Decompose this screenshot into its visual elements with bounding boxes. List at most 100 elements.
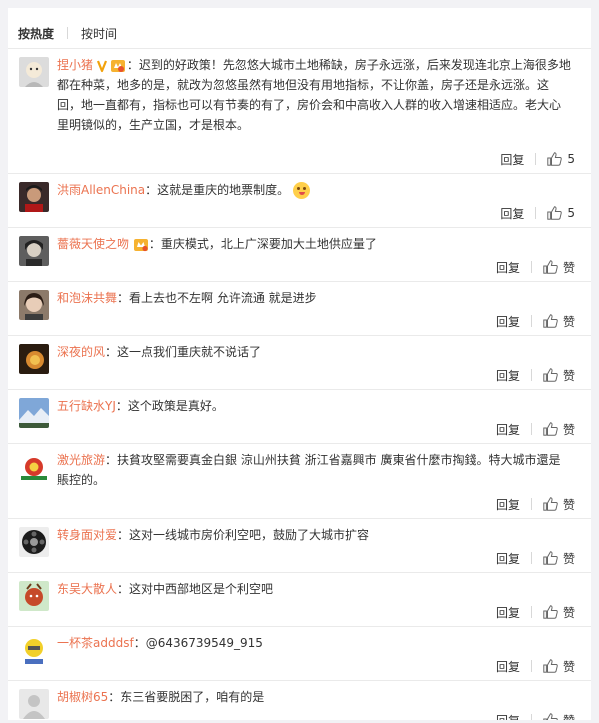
comment-text: ：看上去也不左啊 允许流通 就是进步: [117, 291, 317, 305]
like-button[interactable]: 赞: [543, 604, 575, 621]
comment-actions: 回复 5: [500, 151, 575, 167]
comment-username[interactable]: 东吴大散人: [57, 582, 117, 596]
avatar[interactable]: [19, 182, 49, 212]
like-button[interactable]: 5: [547, 206, 575, 220]
like-button[interactable]: 赞: [543, 313, 575, 330]
like-button[interactable]: 赞: [543, 496, 575, 513]
comment-username[interactable]: 转身面对爱: [57, 528, 117, 542]
reply-button[interactable]: 回复: [496, 712, 520, 721]
reply-button[interactable]: 回复: [496, 550, 520, 567]
like-button[interactable]: 赞: [543, 658, 575, 675]
like-count: 赞: [562, 659, 575, 674]
like-button[interactable]: 赞: [543, 550, 575, 567]
comment-actions: 回复 5: [500, 205, 575, 221]
comment-username[interactable]: 一杯茶adddsf: [57, 636, 134, 650]
comment-username[interactable]: 捏小猪: [57, 58, 93, 72]
like-count: 赞: [562, 260, 575, 275]
avatar[interactable]: [19, 57, 49, 87]
avatar[interactable]: [19, 635, 49, 665]
thumbs-up-icon: [543, 422, 558, 436]
avatar[interactable]: [19, 581, 49, 611]
reply-button[interactable]: 回复: [496, 604, 520, 621]
comment-body: 和泡沫共舞：看上去也不左啊 允许流通 就是进步: [57, 288, 572, 308]
comment-actions: 回复 赞: [496, 712, 575, 720]
like-count: 赞: [562, 497, 575, 512]
thumbs-up-icon: [543, 314, 558, 328]
like-count: 赞: [562, 314, 575, 329]
avatar[interactable]: [19, 689, 49, 719]
comment-text: ：这就是重庆的地票制度。: [145, 183, 290, 197]
sort-tabs: 按热度 按时间: [18, 24, 117, 42]
like-count: 赞: [563, 712, 575, 721]
like-count: 赞: [562, 605, 575, 620]
action-divider: [530, 315, 532, 327]
avatar[interactable]: [19, 452, 49, 482]
action-divider: [535, 207, 537, 219]
comment-actions: 回复 赞: [496, 658, 575, 674]
comment-username[interactable]: 深夜的风: [57, 345, 105, 359]
like-count: 赞: [562, 368, 575, 383]
comments-panel: 按热度 按时间 捏小猪 ：迟到的好政策！先忽悠大城市土地稀缺，房子永远涨，后来发…: [8, 8, 591, 720]
thumbs-up-icon: [547, 152, 563, 166]
comment-item: 洪雨AllenChina：这就是重庆的地票制度。 回复 5: [8, 173, 591, 227]
comment-body: 一杯茶adddsf：@6436739549_915: [57, 633, 572, 653]
avatar[interactable]: [19, 344, 49, 374]
like-button[interactable]: 赞: [543, 367, 575, 384]
reply-button[interactable]: 回复: [496, 658, 520, 675]
action-divider: [530, 369, 532, 381]
like-button[interactable]: 赞: [543, 712, 575, 721]
comment-body: 转身面对爱：这对一线城市房价利空吧，鼓励了大城市扩容: [57, 525, 572, 545]
action-divider: [530, 552, 532, 564]
thumbs-up-icon: [543, 497, 558, 511]
thumbs-up-icon: [543, 551, 558, 565]
comment-item: 胡椒树65：东三省要脱困了，咱有的是回复 赞: [8, 680, 591, 720]
avatar[interactable]: [19, 236, 49, 266]
comment-username[interactable]: 胡椒树65: [57, 690, 108, 704]
comment-username[interactable]: 激光旅游: [57, 453, 105, 467]
comment-text: ：东三省要脱困了，咱有的是: [108, 690, 265, 704]
comment-username[interactable]: 洪雨AllenChina: [57, 183, 145, 197]
comment-body: 洪雨AllenChina：这就是重庆的地票制度。: [57, 180, 572, 200]
like-button[interactable]: 赞: [543, 421, 575, 438]
comment-text: ：这对中西部地区是个利空吧: [117, 582, 274, 596]
comment-list: 捏小猪 ：迟到的好政策！先忽悠大城市土地稀缺，房子永远涨，后来发现连北京上海很多…: [8, 48, 591, 720]
like-button[interactable]: 赞: [543, 259, 575, 276]
comment-body: 薔薇天使之吻 ：重庆模式，北上广深要加大土地供应量了: [57, 234, 572, 254]
tab-sort-hot[interactable]: 按热度: [18, 25, 54, 42]
comment-item: 深夜的风：这一点我们重庆就不说话了 回复 赞: [8, 335, 591, 389]
comment-actions: 回复 赞: [496, 421, 575, 437]
thumbs-up-icon: [543, 605, 558, 619]
like-count: 赞: [562, 422, 575, 437]
comment-item: 捏小猪 ：迟到的好政策！先忽悠大城市土地稀缺，房子永远涨，后来发现连北京上海很多…: [8, 48, 591, 173]
like-count: 5: [567, 152, 575, 166]
avatar[interactable]: [19, 398, 49, 428]
reply-button[interactable]: 回复: [496, 421, 520, 438]
avatar[interactable]: [19, 290, 49, 320]
comment-text: ：这对一线城市房价利空吧，鼓励了大城市扩容: [117, 528, 370, 542]
avatar[interactable]: [19, 527, 49, 557]
comment-username[interactable]: 薔薇天使之吻: [57, 237, 129, 251]
action-divider: [530, 423, 532, 435]
comment-item: 激光旅游：扶貧攻堅需要真金白銀 涼山州扶貧 浙江省嘉興市 廣東省什麼市掏錢。特大…: [8, 443, 591, 518]
action-divider: [530, 660, 532, 672]
comment-body: 激光旅游：扶貧攻堅需要真金白銀 涼山州扶貧 浙江省嘉興市 廣東省什麼市掏錢。特大…: [57, 450, 572, 490]
drool-emoji-icon: [293, 182, 310, 199]
like-count: 5: [567, 206, 575, 220]
reply-button[interactable]: 回复: [496, 259, 520, 276]
reply-button[interactable]: 回复: [500, 205, 524, 222]
reply-button[interactable]: 回复: [496, 367, 520, 384]
comment-actions: 回复 赞: [496, 496, 575, 512]
comment-username[interactable]: 五行缺水YJ: [57, 399, 116, 413]
comment-body: 捏小猪 ：迟到的好政策！先忽悠大城市土地稀缺，房子永远涨，后来发现连北京上海很多…: [57, 55, 572, 135]
action-divider: [530, 261, 532, 273]
like-button[interactable]: 5: [547, 152, 575, 166]
reply-button[interactable]: 回复: [496, 313, 520, 330]
comment-body: 胡椒树65：东三省要脱困了，咱有的是: [57, 687, 572, 707]
reply-button[interactable]: 回复: [500, 151, 524, 168]
action-divider: [530, 498, 532, 510]
comment-username[interactable]: 和泡沫共舞: [57, 291, 117, 305]
tab-sort-time[interactable]: 按时间: [81, 25, 117, 42]
comment-item: 五行缺水YJ：这个政策是真好。回复 赞: [8, 389, 591, 443]
reply-button[interactable]: 回复: [496, 496, 520, 513]
comment-text: ：这个政策是真好。: [115, 399, 224, 413]
